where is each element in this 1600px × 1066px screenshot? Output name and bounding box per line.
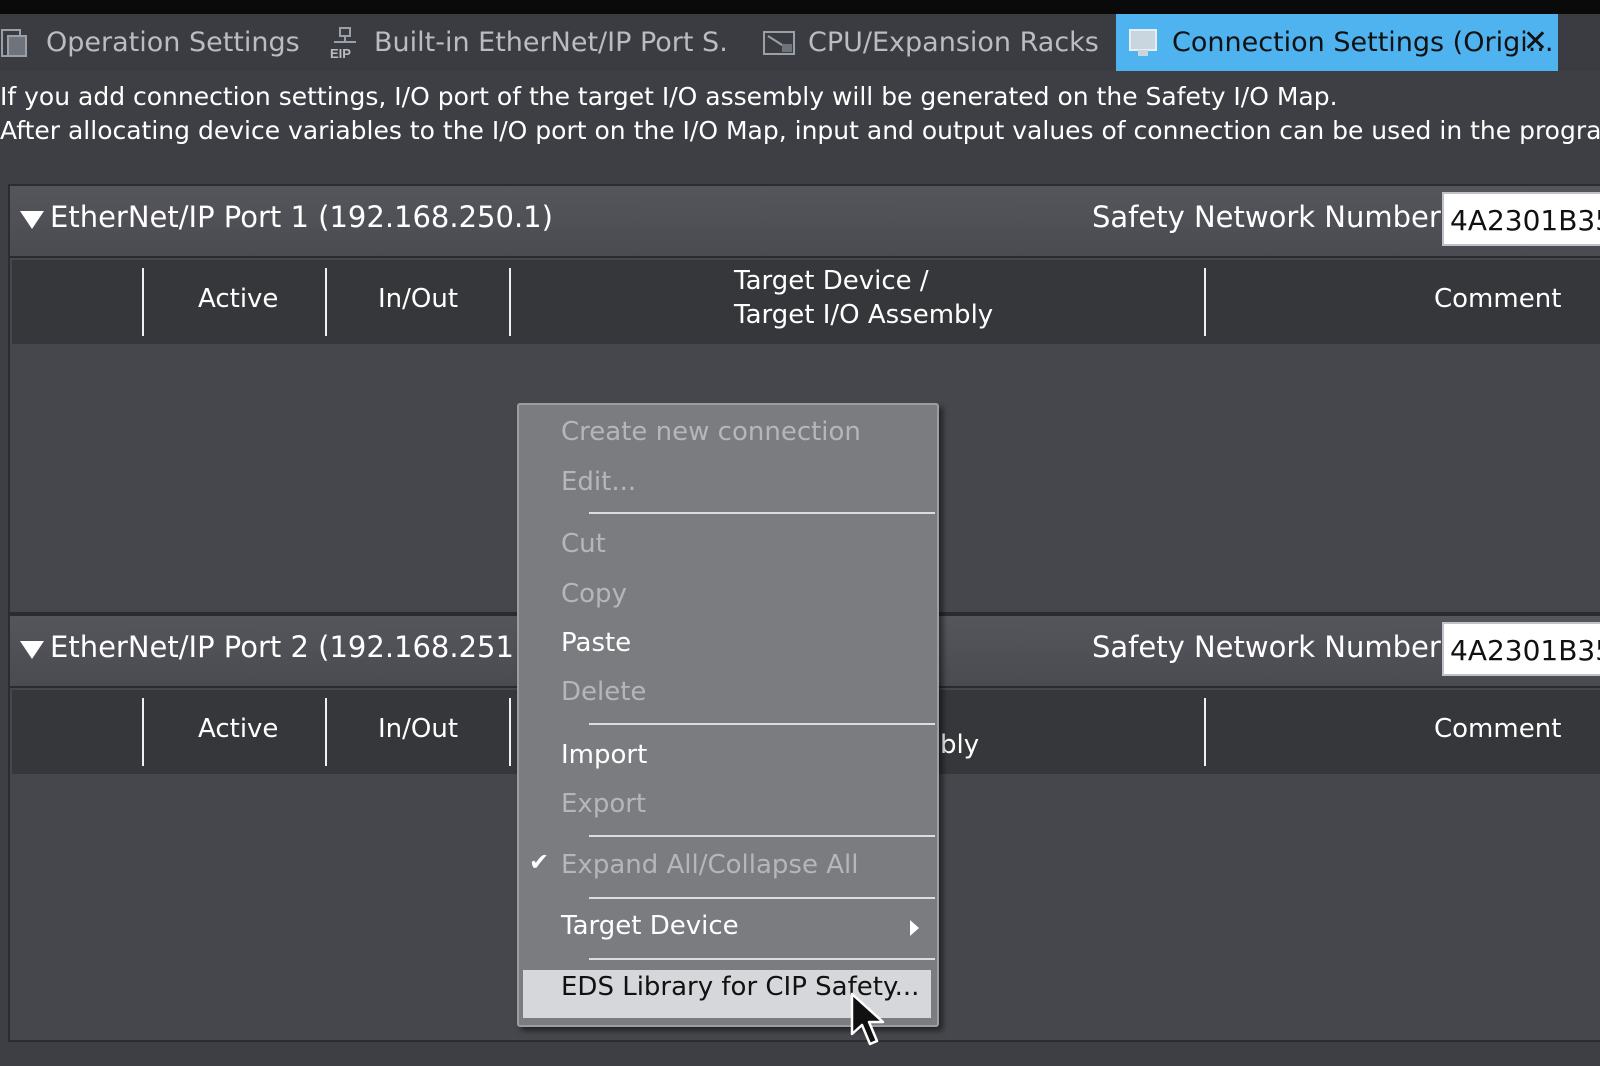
port2-title: EtherNet/IP Port 2 (192.168.251.1): [50, 630, 553, 664]
menu-separator: [589, 512, 935, 514]
submenu-arrow-icon: [910, 920, 919, 936]
port1-title: EtherNet/IP Port 1 (192.168.250.1): [50, 200, 553, 234]
column-divider[interactable]: [142, 268, 144, 336]
safety-network-number-field[interactable]: 4A2301B35: [1442, 622, 1600, 676]
port1-column-header: Active In/Out Target Device / Target I/O…: [12, 260, 1600, 344]
mouse-cursor-icon: [850, 992, 885, 1046]
menu-item-expand-collapse-all[interactable]: Expand All/Collapse All: [561, 850, 858, 880]
column-divider[interactable]: [1204, 698, 1206, 766]
tab-builtin-ethernet-ip[interactable]: EIP Built-in EtherNet/IP Port S...: [328, 14, 728, 71]
menu-separator: [589, 723, 935, 725]
tab-label: Connection Settings (Origi...: [1172, 27, 1554, 58]
operation-settings-icon: [1, 28, 27, 57]
port1-header[interactable]: EtherNet/IP Port 1 (192.168.250.1) Safet…: [10, 186, 1600, 258]
column-divider[interactable]: [1204, 268, 1206, 336]
svg-text:EIP: EIP: [330, 46, 351, 60]
tab-label: Operation Settings: [46, 27, 300, 58]
close-icon[interactable]: ✕: [1523, 24, 1548, 59]
eip-icon: EIP: [330, 26, 356, 60]
safety-network-number-label: Safety Network Number :: [1092, 630, 1460, 664]
checkmark-icon: ✔: [529, 848, 550, 876]
column-active[interactable]: Active: [198, 284, 278, 314]
menu-item-delete[interactable]: Delete: [561, 677, 646, 707]
info-line-1: If you add connection settings, I/O port…: [0, 82, 1338, 111]
menu-item-copy[interactable]: Copy: [561, 579, 627, 609]
column-inout[interactable]: In/Out: [378, 284, 458, 314]
column-inout[interactable]: In/Out: [378, 714, 458, 744]
column-divider[interactable]: [142, 698, 144, 766]
info-line-2: After allocating device variables to the…: [0, 116, 1600, 145]
menu-separator: [589, 958, 935, 960]
tab-label: CPU/Expansion Racks: [808, 27, 1099, 58]
safety-network-number-label: Safety Network Number :: [1092, 200, 1460, 234]
menu-item-cut[interactable]: Cut: [561, 529, 606, 559]
column-active[interactable]: Active: [198, 714, 278, 744]
info-text: If you add connection settings, I/O port…: [0, 80, 1600, 148]
window-top-bar: [0, 0, 1600, 14]
safety-network-number-value: 4A2301B35: [1450, 204, 1600, 237]
column-divider[interactable]: [325, 268, 327, 336]
menu-item-edit[interactable]: Edit...: [561, 467, 636, 497]
menu-item-export[interactable]: Export: [561, 789, 646, 819]
collapse-triangle-icon[interactable]: [20, 211, 44, 229]
menu-item-create-new-connection[interactable]: Create new connection: [561, 417, 861, 447]
tab-label: Built-in EtherNet/IP Port S...: [374, 27, 728, 58]
safety-network-number-value: 4A2301B35: [1450, 634, 1600, 667]
tab-strip: Operation Settings EIP Built-in EtherNet…: [0, 14, 1600, 71]
menu-item-paste[interactable]: Paste: [561, 628, 631, 658]
context-menu: Create new connection Edit... Cut Copy P…: [517, 403, 939, 1027]
tab-operation-settings[interactable]: Operation Settings: [0, 14, 300, 71]
column-target-partial[interactable]: bly: [940, 730, 979, 760]
column-divider[interactable]: [325, 698, 327, 766]
collapse-triangle-icon[interactable]: [20, 641, 44, 659]
menu-item-import[interactable]: Import: [561, 740, 647, 770]
column-target-line2[interactable]: Target I/O Assembly: [734, 300, 993, 330]
rack-icon: [763, 30, 795, 55]
column-divider[interactable]: [509, 698, 511, 766]
column-comment[interactable]: Comment: [1434, 284, 1561, 314]
menu-separator: [589, 835, 935, 837]
menu-separator: [589, 897, 935, 899]
tab-connection-settings[interactable]: Connection Settings (Origi... ✕: [1116, 14, 1558, 71]
menu-item-target-device[interactable]: Target Device: [561, 911, 739, 941]
column-target-line1[interactable]: Target Device /: [734, 266, 929, 296]
tab-cpu-expansion-racks[interactable]: CPU/Expansion Racks: [762, 14, 1102, 71]
column-comment[interactable]: Comment: [1434, 714, 1561, 744]
connection-icon: [1129, 28, 1157, 56]
safety-network-number-field[interactable]: 4A2301B35: [1442, 192, 1600, 246]
column-divider[interactable]: [509, 268, 511, 336]
